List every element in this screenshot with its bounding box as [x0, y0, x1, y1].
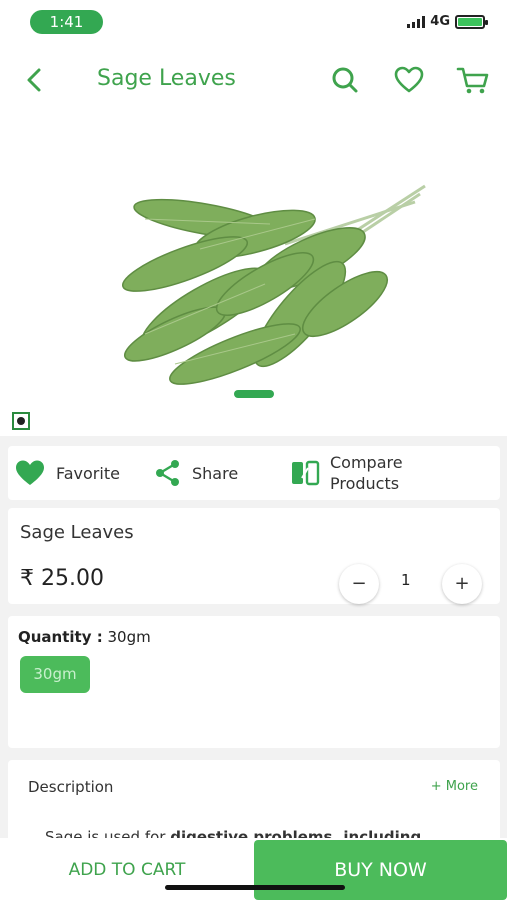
share-icon [156, 460, 179, 486]
battery-icon [455, 14, 488, 29]
product-image-carousel[interactable] [0, 116, 507, 436]
wishlist-button[interactable] [393, 66, 425, 98]
add-to-cart-button[interactable]: ADD TO CART [0, 838, 254, 900]
search-icon [332, 67, 358, 93]
quantity-option-chip[interactable]: 30gm [20, 656, 90, 693]
product-info-card: Sage Leaves ₹ 25.00 − 1 + [8, 508, 500, 604]
network-label: 4G [430, 14, 450, 29]
product-actions: Favorite Share Compare Products [8, 446, 500, 500]
quantity-options-card: Quantity : 30gm 30gm [8, 616, 500, 748]
quantity-selected: 30gm [107, 628, 151, 646]
favorite-button[interactable]: Favorite [14, 446, 120, 500]
heart-outline-icon [394, 66, 424, 93]
status-time: 1:41 [30, 10, 103, 34]
description-title: Description [28, 778, 114, 796]
cart-icon [456, 67, 489, 94]
product-image [55, 124, 451, 414]
compare-products-button[interactable]: Compare Products [290, 446, 403, 500]
product-price: ₹ 25.00 [20, 566, 104, 591]
more-link[interactable]: + More [431, 779, 478, 794]
status-indicators: 4G [407, 14, 488, 29]
bottom-action-bar: ADD TO CART BUY NOW [0, 838, 507, 900]
home-indicator[interactable] [165, 885, 345, 890]
product-name: Sage Leaves [20, 522, 134, 543]
increase-quantity-button[interactable]: + [442, 564, 482, 604]
heart-icon [16, 460, 44, 485]
veg-indicator-icon [12, 412, 30, 430]
chevron-left-icon [27, 68, 41, 92]
share-button[interactable]: Share [154, 446, 238, 500]
buy-now-button[interactable]: BUY NOW [254, 840, 507, 900]
back-button[interactable] [24, 66, 44, 98]
quantity-value: 1 [401, 571, 411, 589]
top-nav: Sage Leaves [0, 44, 507, 116]
compare-label-line1: Compare [330, 453, 403, 472]
quantity-label: Quantity : [18, 628, 103, 646]
page-title: Sage Leaves [97, 66, 236, 91]
search-button[interactable] [331, 66, 359, 98]
quantity-label-row: Quantity : 30gm [18, 628, 151, 646]
share-label: Share [192, 463, 239, 483]
cart-button[interactable] [456, 66, 490, 100]
compare-label-line2: Products [330, 474, 400, 493]
compare-icon [292, 460, 320, 486]
status-bar: 1:41 4G [0, 0, 507, 44]
decrease-quantity-button[interactable]: − [339, 564, 379, 604]
signal-icon [407, 15, 426, 28]
favorite-label: Favorite [56, 463, 120, 483]
carousel-indicator[interactable] [234, 390, 274, 398]
